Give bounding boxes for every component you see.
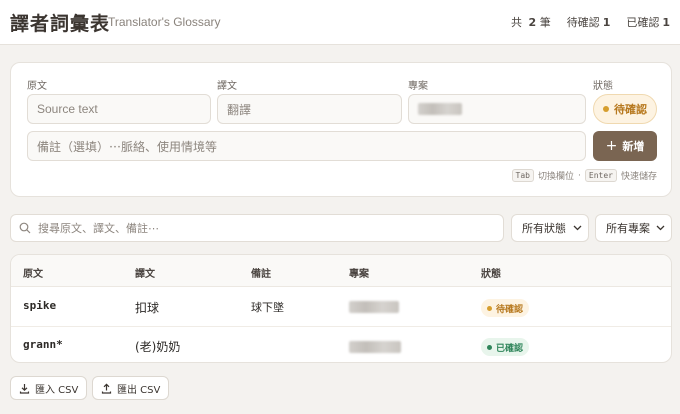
status-badge[interactable]: 待確認 xyxy=(481,299,530,317)
table-header: 原文 譯文 備註 專案 狀態 xyxy=(11,255,671,287)
import-csv-label: 匯入 CSV xyxy=(35,384,79,396)
table-row[interactable]: spike 扣球 球下墜 待確認 xyxy=(11,288,671,327)
status-toggle[interactable]: 待確認 xyxy=(593,94,657,124)
cell-note: 球下墜 xyxy=(251,301,284,314)
export-csv-label: 匯出 CSV xyxy=(117,384,161,396)
project-input[interactable] xyxy=(408,94,586,124)
stat-total: 共 2 筆 xyxy=(511,16,551,29)
column-header-status[interactable]: 狀態 xyxy=(481,265,501,280)
column-header-project[interactable]: 專案 xyxy=(349,265,369,280)
app-header: 譯者詞彙表 Translator's Glossary 共 2 筆 待確認 1 已… xyxy=(0,0,680,45)
chevron-down-icon xyxy=(656,225,665,231)
import-csv-button[interactable]: 匯入 CSV xyxy=(10,376,88,400)
project-value-redacted xyxy=(418,103,462,115)
app-title: 譯者詞彙表 xyxy=(10,13,111,35)
stats-bar: 共 2 筆 待確認 1 已確認 1 xyxy=(511,14,670,30)
stat-confirmed: 已確認 1 xyxy=(626,16,670,29)
source-placeholder: Source text xyxy=(37,102,98,116)
column-header-note[interactable]: 備註 xyxy=(251,265,271,280)
project-filter-select[interactable]: 所有專案 xyxy=(595,214,672,242)
upload-icon xyxy=(101,382,112,394)
add-button[interactable]: + 新增 xyxy=(593,131,657,161)
status-toggle-label: 待確認 xyxy=(614,103,647,116)
cell-project-redacted xyxy=(349,301,399,313)
plus-icon: + xyxy=(605,138,618,154)
hint-separator: · xyxy=(578,170,581,181)
note-input[interactable]: 備註（選填）⋯脈絡、使用情境等 xyxy=(27,131,586,161)
target-label: 譯文 xyxy=(217,81,237,92)
enter-key: Enter xyxy=(584,169,617,182)
source-input[interactable]: Source text xyxy=(27,94,211,124)
source-label: 原文 xyxy=(27,81,47,92)
cell-source: spike xyxy=(23,299,57,312)
status-label: 狀態 xyxy=(593,81,613,92)
status-badge[interactable]: 已確認 xyxy=(481,338,530,356)
pending-dot-icon xyxy=(487,305,492,311)
confirmed-dot-icon xyxy=(487,344,492,350)
app-subtitle: Translator's Glossary xyxy=(108,15,221,29)
pending-dot-icon xyxy=(603,106,609,112)
hint-text-enter: 快速儲存 xyxy=(620,172,657,182)
table-row[interactable]: grann* (老)奶奶 已確認 xyxy=(11,327,671,362)
status-badge-label: 待確認 xyxy=(496,304,524,315)
project-label: 專案 xyxy=(408,81,428,92)
cell-target: (老)奶奶 xyxy=(135,340,181,354)
cell-target: 扣球 xyxy=(135,301,160,315)
tab-key: Tab xyxy=(511,169,534,182)
chevron-down-icon xyxy=(573,225,582,231)
note-placeholder: 備註（選填）⋯脈絡、使用情境等 xyxy=(37,139,218,154)
search-placeholder: 搜尋原文、譯文、備註⋯ xyxy=(38,222,159,235)
keyboard-hint: Tab 切換欄位 · Enter 快速儲存 xyxy=(511,169,657,182)
status-filter-select[interactable]: 所有狀態 xyxy=(511,214,589,242)
target-input[interactable]: 翻譯 xyxy=(217,94,402,124)
glossary-table: 原文 譯文 備註 專案 狀態 spike 扣球 球下墜 待確認 grann* (… xyxy=(10,254,672,363)
cell-source: grann* xyxy=(23,338,63,351)
status-badge-label: 已確認 xyxy=(496,343,524,354)
download-icon xyxy=(19,383,30,394)
column-header-target[interactable]: 譯文 xyxy=(135,265,155,280)
search-icon xyxy=(19,222,31,234)
entry-form-card: 原文 譯文 專案 狀態 Source text 翻譯 待確認 備註（選填）⋯脈絡… xyxy=(10,62,672,197)
add-button-label: 新增 xyxy=(622,140,645,153)
cell-project-redacted xyxy=(349,341,401,353)
export-csv-button[interactable]: 匯出 CSV xyxy=(92,376,170,400)
search-input[interactable]: 搜尋原文、譯文、備註⋯ xyxy=(10,214,504,242)
project-filter-value: 所有專案 xyxy=(606,222,650,235)
stat-pending: 待確認 1 xyxy=(566,16,611,29)
hint-text-tab: 切換欄位 xyxy=(538,172,575,182)
status-filter-value: 所有狀態 xyxy=(522,222,566,235)
column-header-source[interactable]: 原文 xyxy=(23,265,43,280)
target-placeholder: 翻譯 xyxy=(227,102,252,117)
